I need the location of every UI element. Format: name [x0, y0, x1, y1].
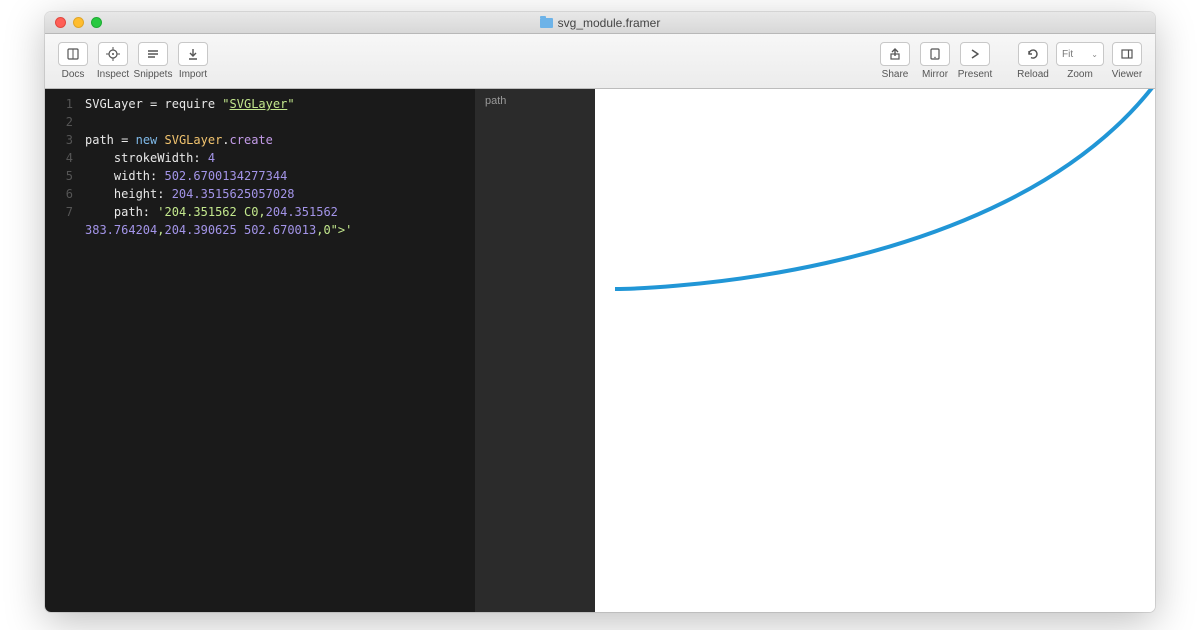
close-window-button[interactable] — [55, 17, 66, 28]
mirror-button-label: Mirror — [922, 69, 948, 80]
titlebar[interactable]: svg_module.framer — [45, 12, 1155, 34]
svg-path-preview — [595, 89, 1155, 344]
app-window: svg_module.framer Docs Inspect Snippets Imp… — [45, 12, 1155, 612]
toolbar-left-group: Docs Inspect Snippets Import — [53, 42, 213, 80]
download-icon — [178, 42, 208, 66]
code-editor[interactable]: 1234567 SVGLayer = require "SVGLayer" pa… — [45, 89, 475, 612]
viewer-button-label: Viewer — [1112, 69, 1142, 80]
play-icon — [960, 42, 990, 66]
viewer-button[interactable]: Viewer — [1107, 42, 1147, 80]
window-title: svg_module.framer — [45, 16, 1155, 30]
zoom-label: Zoom — [1067, 69, 1093, 80]
chevron-down-icon: ⌄ — [1091, 50, 1098, 59]
snippets-button[interactable]: Snippets — [133, 42, 173, 80]
toolbar-right-group-3: Viewer — [1107, 42, 1147, 80]
panels-icon — [1112, 42, 1142, 66]
toolbar-right-group-1: Share Mirror Present — [875, 42, 995, 80]
line-number: 1 — [45, 95, 73, 113]
line-number: 5 — [45, 167, 73, 185]
layer-item-path[interactable]: path — [485, 95, 585, 107]
target-icon — [98, 42, 128, 66]
reload-button-label: Reload — [1017, 69, 1049, 80]
line-number: 7 — [45, 203, 73, 221]
preview-canvas[interactable] — [595, 89, 1155, 612]
present-button[interactable]: Present — [955, 42, 995, 80]
window-title-text: svg_module.framer — [558, 16, 661, 30]
inspect-button[interactable]: Inspect — [93, 42, 133, 80]
book-icon — [58, 42, 88, 66]
mirror-icon — [920, 42, 950, 66]
share-button-label: Share — [882, 69, 909, 80]
mirror-button[interactable]: Mirror — [915, 42, 955, 80]
share-icon — [880, 42, 910, 66]
content-area: 1234567 SVGLayer = require "SVGLayer" pa… — [45, 89, 1155, 612]
share-button[interactable]: Share — [875, 42, 915, 80]
code-content[interactable]: SVGLayer = require "SVGLayer" path = new… — [81, 89, 475, 612]
folder-icon — [540, 18, 553, 28]
docs-button-label: Docs — [62, 69, 85, 80]
import-button-label: Import — [179, 69, 207, 80]
line-number: 3 — [45, 131, 73, 149]
zoom-control[interactable]: Fit ⌄ Zoom — [1053, 42, 1107, 80]
reload-icon — [1018, 42, 1048, 66]
reload-button[interactable]: Reload — [1013, 42, 1053, 80]
layer-inspector[interactable]: path — [475, 89, 595, 612]
toolbar: Docs Inspect Snippets Import Share Mirror Pre… — [45, 34, 1155, 89]
import-button[interactable]: Import — [173, 42, 213, 80]
zoom-value: Fit — [1062, 49, 1073, 60]
present-button-label: Present — [958, 69, 992, 80]
zoom-select[interactable]: Fit ⌄ — [1056, 42, 1104, 66]
line-number: 2 — [45, 113, 73, 131]
line-number: 4 — [45, 149, 73, 167]
docs-button[interactable]: Docs — [53, 42, 93, 80]
maximize-window-button[interactable] — [91, 17, 102, 28]
traffic-lights — [45, 17, 102, 28]
snippets-button-label: Snippets — [134, 69, 173, 80]
line-gutter: 1234567 — [45, 89, 81, 612]
minimize-window-button[interactable] — [73, 17, 84, 28]
inspect-button-label: Inspect — [97, 69, 129, 80]
lines-icon — [138, 42, 168, 66]
line-number: 6 — [45, 185, 73, 203]
toolbar-right-group-2: Reload — [1013, 42, 1053, 80]
